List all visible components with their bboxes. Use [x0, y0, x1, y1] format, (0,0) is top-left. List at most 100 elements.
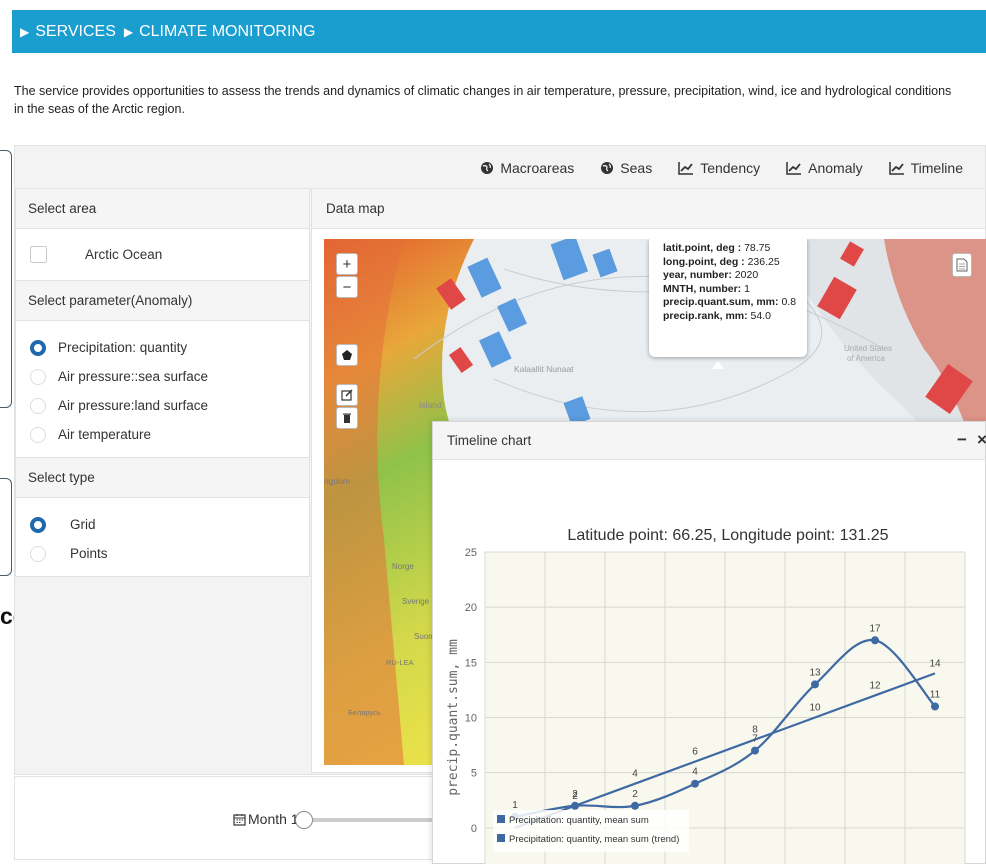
month-text: Month 1 — [248, 811, 299, 827]
tooltip-line: MNTH, number: 1 — [663, 283, 807, 297]
data-point — [871, 636, 879, 645]
parameter-label: Precipitation: quantity — [58, 340, 188, 355]
background-frame — [0, 150, 12, 408]
chevron-right-icon: ▶ — [123, 24, 134, 39]
month-slider-handle[interactable] — [295, 811, 313, 829]
export-button[interactable] — [952, 253, 972, 277]
toolbar-anomaly[interactable]: Anomaly — [786, 159, 863, 176]
map-label-belarus: Беларусь — [348, 708, 381, 717]
zoom-out-button[interactable]: − — [336, 276, 358, 298]
radio-selected[interactable] — [30, 516, 46, 533]
zoom-in-button[interactable]: + — [336, 253, 358, 275]
data-point — [751, 746, 759, 755]
draw-polygon-button[interactable] — [336, 344, 358, 366]
area-checkbox[interactable] — [30, 246, 47, 263]
toolbar: Macroareas Seas Tendency Anomaly Timelin… — [15, 146, 985, 189]
toolbar-label: Tendency — [700, 159, 761, 176]
tooltip-value: 236.25 — [747, 255, 780, 268]
tooltip-key: MNTH, number: — [663, 282, 742, 295]
data-point — [811, 680, 819, 689]
trend-data-label: 12 — [869, 680, 881, 691]
tooltip-value: 2020 — [734, 269, 759, 282]
month-slider-track[interactable] — [313, 818, 433, 822]
y-tick-label: 15 — [465, 657, 477, 669]
document-icon — [956, 258, 968, 272]
tooltip-key: latit.point, deg : — [663, 242, 742, 254]
tooltip-line: precip.rank, mm: 54.0 — [663, 310, 807, 324]
data-label: 1 — [512, 800, 518, 811]
line-chart-icon — [678, 161, 694, 175]
toolbar-tendency[interactable]: Tendency — [678, 160, 760, 176]
map-label-norge: Norge — [392, 562, 414, 571]
map-label-ru-lea: RU-LEA — [386, 658, 414, 667]
y-axis-label: precip.quant.sum, mm — [446, 639, 461, 796]
edit-layer-button[interactable] — [336, 384, 358, 406]
timeline-chart: -50510152025Latitude point: 66.25, Longi… — [446, 527, 966, 864]
tooltip-line: latit.point, deg : 78.75 — [663, 242, 807, 256]
radio[interactable] — [30, 368, 46, 385]
line-chart-icon — [786, 161, 802, 175]
area-option-arctic-ocean[interactable]: Arctic Ocean — [16, 229, 309, 281]
data-point — [931, 702, 939, 711]
legend-label: Precipitation: quantity, mean sum (trend… — [509, 834, 679, 845]
toolbar-label: Seas — [620, 159, 653, 176]
parameter-option-air-pressure-sea[interactable]: Air pressure::sea surface — [30, 362, 309, 391]
breadcrumb-services[interactable]: SERVICES — [35, 23, 116, 41]
line-chart-icon — [888, 161, 904, 175]
y-tick-label: 20 — [465, 602, 477, 614]
tooltip-key: long.point, deg : — [663, 255, 745, 268]
month-label: Month 1 — [233, 811, 299, 827]
data-label: 4 — [692, 767, 698, 778]
parameter-option-air-pressure-land[interactable]: Air pressure:land surface — [30, 391, 309, 420]
delete-layer-button[interactable] — [336, 407, 358, 429]
type-list: Grid Points — [16, 498, 309, 576]
background-frame — [0, 478, 12, 576]
parameter-label: Air pressure:land surface — [58, 398, 209, 413]
radio[interactable] — [30, 545, 46, 562]
select-parameter-heading: Select parameter(Anomaly) — [16, 281, 309, 321]
parameter-option-air-temperature[interactable]: Air temperature — [30, 420, 309, 449]
radio[interactable] — [30, 397, 46, 414]
y-tick-label: 0 — [471, 823, 477, 835]
select-type-heading: Select type — [16, 458, 309, 498]
tooltip-value: 1 — [744, 282, 750, 295]
legend-swatch — [497, 834, 505, 842]
close-button[interactable]: × — [977, 430, 986, 450]
parameter-list: Precipitation: quantity Air pressure::se… — [16, 321, 309, 458]
legend-swatch — [497, 815, 505, 823]
tooltip-line: year, number: 2020 — [663, 269, 807, 283]
tooltip-key: year, number: — [663, 269, 732, 282]
tooltip-value: 0.8 — [781, 296, 797, 309]
parameter-option-precipitation[interactable]: Precipitation: quantity — [30, 333, 309, 362]
data-label: 2 — [572, 789, 578, 800]
type-label: Grid — [70, 517, 96, 532]
type-option-grid[interactable]: Grid — [30, 510, 309, 539]
tooltip-line: precip.quant.sum, mm: 0.8 — [663, 296, 807, 310]
tooltip-key: precip.quant.sum, mm: — [663, 296, 779, 309]
toolbar-macroareas[interactable]: Macroareas — [480, 160, 574, 176]
tooltip-key: precip.rank, mm: — [663, 309, 748, 322]
toolbar-label: Timeline — [910, 159, 963, 176]
data-label: 17 — [869, 623, 881, 634]
data-label: 13 — [809, 667, 821, 678]
area-option-label: Arctic Ocean — [85, 247, 163, 262]
legend-label: Precipitation: quantity, mean sum — [509, 815, 649, 826]
trend-data-label: 14 — [929, 658, 941, 669]
breadcrumb-climate-monitoring[interactable]: CLIMATE MONITORING — [139, 23, 315, 41]
toolbar-label: Anomaly — [808, 159, 863, 176]
radio-selected[interactable] — [30, 339, 46, 356]
minimize-button[interactable]: − — [957, 430, 967, 450]
data-point — [571, 801, 579, 810]
globe-icon — [481, 161, 494, 174]
tooltip-value: 54.0 — [750, 309, 771, 322]
toolbar-timeline[interactable]: Timeline — [888, 159, 963, 176]
radio[interactable] — [30, 426, 46, 443]
chevron-right-icon: ▶ — [20, 24, 30, 39]
tooltip-value: 78.75 — [744, 242, 771, 254]
type-option-points[interactable]: Points — [30, 539, 309, 568]
map-label-kingdom: ngdom — [324, 476, 350, 486]
toolbar-seas[interactable]: Seas — [600, 160, 652, 176]
trash-icon — [343, 413, 351, 423]
edit-icon — [341, 389, 353, 401]
select-area-heading: Select area — [16, 189, 309, 229]
